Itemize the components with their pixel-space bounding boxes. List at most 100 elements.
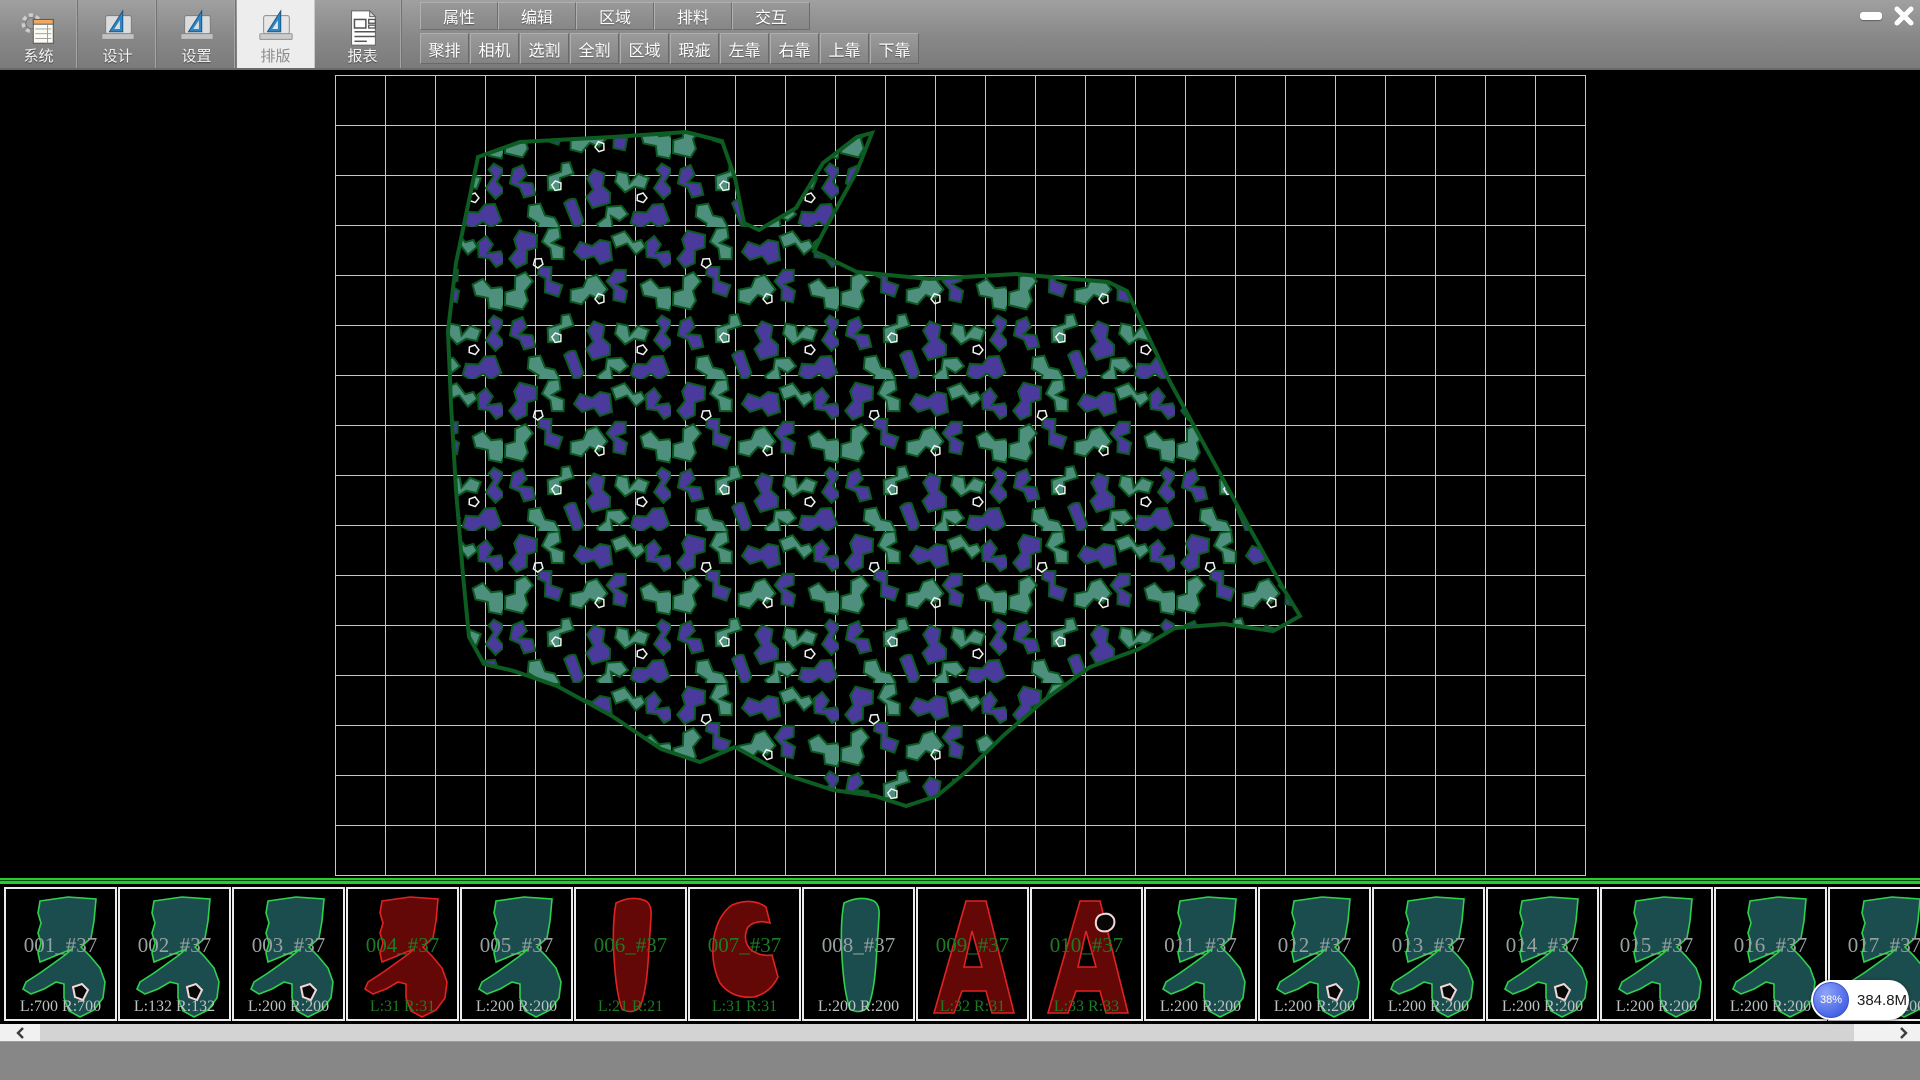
tab-settings[interactable]: 设置 [158,0,236,68]
gear-notebook-icon [20,8,58,48]
piece-id-label: 004_#37 [348,933,457,958]
piece-lr-label: L:700 R:700 [6,998,115,1016]
piece-lr-label: L:200 R:200 [1488,998,1597,1016]
menu-tool-item-7[interactable]: 右靠 [770,33,819,64]
set-square-laptop-icon [99,8,137,48]
chevron-right-icon [1899,1027,1908,1039]
piece-lr-label: L:31 R:31 [690,998,799,1016]
piece-lr-label: L:200 R:200 [462,998,571,1016]
piece-lr-label: L:200 R:200 [1716,998,1825,1016]
memory-usage-bubble[interactable]: 38% 384.8M [1811,980,1909,1020]
hide-nest-layout [335,75,1586,876]
thumbnail-cell[interactable]: 001_#37 L:700 R:700 [4,887,117,1021]
piece-id-label: 006_#37 [576,933,685,958]
thumbnail-cell[interactable]: 006_#37 L:21 R:21 [574,887,687,1021]
thumbnail-cell[interactable]: 004_#37 L:31 R:31 [346,887,459,1021]
tab-design[interactable]: 设计 [79,0,157,68]
thumbnail-cell[interactable]: 009_#37 L:32 R:31 [916,887,1029,1021]
thumbnail-cell[interactable]: 012_#37 L:200 R:200 [1258,887,1371,1021]
piece-lr-label: L:200 R:200 [1146,998,1255,1016]
menu-top-item-4[interactable]: 交互 [732,2,810,30]
menu-row-2: 聚排相机选割全割区域瑕疵左靠右靠上靠下靠 [420,33,920,64]
menu-top-item-2[interactable]: 区域 [576,2,654,30]
nesting-canvas[interactable] [335,75,1586,876]
thumbnail-cell[interactable]: 002_#37 L:132 R:132 [118,887,231,1021]
memory-size-label: 384.8M [1857,992,1907,1009]
tab-report-label: 报表 [347,48,377,65]
thumbnail-cell[interactable]: 014_#37 L:200 R:200 [1486,887,1599,1021]
nesting-app-window: 系统 设计 设置 [0,0,1920,1080]
piece-id-label: 017_#37 [1830,933,1920,958]
thumbnail-cell[interactable]: 003_#37 L:200 R:200 [232,887,345,1021]
memory-percent-badge: 38% [1813,982,1849,1018]
piece-id-label: 003_#37 [234,933,343,958]
set-square-laptop-icon [178,8,216,48]
piece-lr-label: L:32 R:31 [918,998,1027,1016]
top-toolbar: 系统 设计 设置 [0,0,1920,70]
chevron-left-icon [16,1027,25,1039]
tab-nesting-label: 排版 [260,48,290,65]
piece-id-label: 002_#37 [120,933,229,958]
tab-settings-label: 设置 [181,48,211,65]
scroll-left-button[interactable] [0,1024,40,1041]
piece-lr-label: L:132 R:132 [120,998,229,1016]
tab-report[interactable]: 报表 [324,0,402,68]
piece-id-label: 013_#37 [1374,933,1483,958]
piece-id-label: 014_#37 [1488,933,1597,958]
menu-tool-item-1[interactable]: 相机 [470,33,519,64]
menu-tool-item-3[interactable]: 全割 [570,33,619,64]
leather-hide-outline[interactable] [448,132,1300,806]
piece-id-label: 009_#37 [918,933,1027,958]
piece-id-label: 010_#37 [1032,933,1141,958]
tab-nesting[interactable]: 排版 [237,0,315,68]
thumbnail-cell[interactable]: 010_#37 L:33 R:33 [1030,887,1143,1021]
document-report-icon [344,8,382,48]
piece-lr-label: L:21 R:21 [576,998,685,1016]
menu-tool-item-9[interactable]: 下靠 [870,33,919,64]
piece-lr-label: L:200 R:200 [1602,998,1711,1016]
scroll-right-button[interactable] [1854,1024,1920,1041]
piece-id-label: 012_#37 [1260,933,1369,958]
close-icon [1893,5,1915,27]
menu-tool-item-0[interactable]: 聚排 [420,33,469,64]
piece-id-label: 008_#37 [804,933,913,958]
piece-id-label: 007_#37 [690,933,799,958]
menu-tool-item-4[interactable]: 区域 [620,33,669,64]
menu-top-item-3[interactable]: 排料 [654,2,732,30]
thumbnail-cell[interactable]: 008_#37 L:200 R:200 [802,887,915,1021]
menu-tool-item-5[interactable]: 瑕疵 [670,33,719,64]
menu-top-item-0[interactable]: 属性 [420,2,498,30]
menu-tool-item-8[interactable]: 上靠 [820,33,869,64]
thumbnail-cell[interactable]: 005_#37 L:200 R:200 [460,887,573,1021]
piece-lr-label: L:200 R:200 [1260,998,1369,1016]
piece-thumbnail-strip[interactable]: 001_#37L:700 R:700002_#37L:132 R:132003_… [0,886,1920,1024]
tab-system-label: 系统 [23,48,53,65]
horizontal-scrollbar[interactable] [0,1024,1920,1041]
piece-id-label: 005_#37 [462,933,571,958]
set-square-laptop-icon [257,8,295,48]
minus-bar-icon [1860,12,1882,20]
menu-tool-item-6[interactable]: 左靠 [720,33,769,64]
menu-row-1: 属性编辑区域排料交互 [420,2,810,30]
workspace [0,70,1920,878]
piece-lr-label: L:200 R:200 [234,998,343,1016]
thumbnail-cell[interactable]: 007_#37 L:31 R:31 [688,887,801,1021]
thumbnail-cell[interactable]: 013_#37L:200 R:200 [1372,887,1485,1021]
status-bar [0,1041,1920,1080]
minimize-button[interactable] [1857,5,1885,27]
piece-id-label: 016_#37 [1716,933,1825,958]
tab-system[interactable]: 系统 [0,0,78,68]
menu-top-item-1[interactable]: 编辑 [498,2,576,30]
piece-id-label: 011_#37 [1146,933,1255,958]
piece-id-label: 001_#37 [6,933,115,958]
tab-design-label: 设计 [102,48,132,65]
piece-id-label: 015_#37 [1602,933,1711,958]
menu-tool-item-2[interactable]: 选割 [520,33,569,64]
piece-lr-label: L:33 R:33 [1032,998,1141,1016]
thumbnail-cell[interactable]: 011_#37 L:200 R:200 [1144,887,1257,1021]
piece-lr-label: L:31 R:31 [348,998,457,1016]
thumbnail-cell[interactable]: 015_#37 L:200 R:200 [1600,887,1713,1021]
close-button[interactable] [1889,2,1919,30]
piece-lr-label: L:200 R:200 [804,998,913,1016]
green-separator-line [0,878,1920,884]
